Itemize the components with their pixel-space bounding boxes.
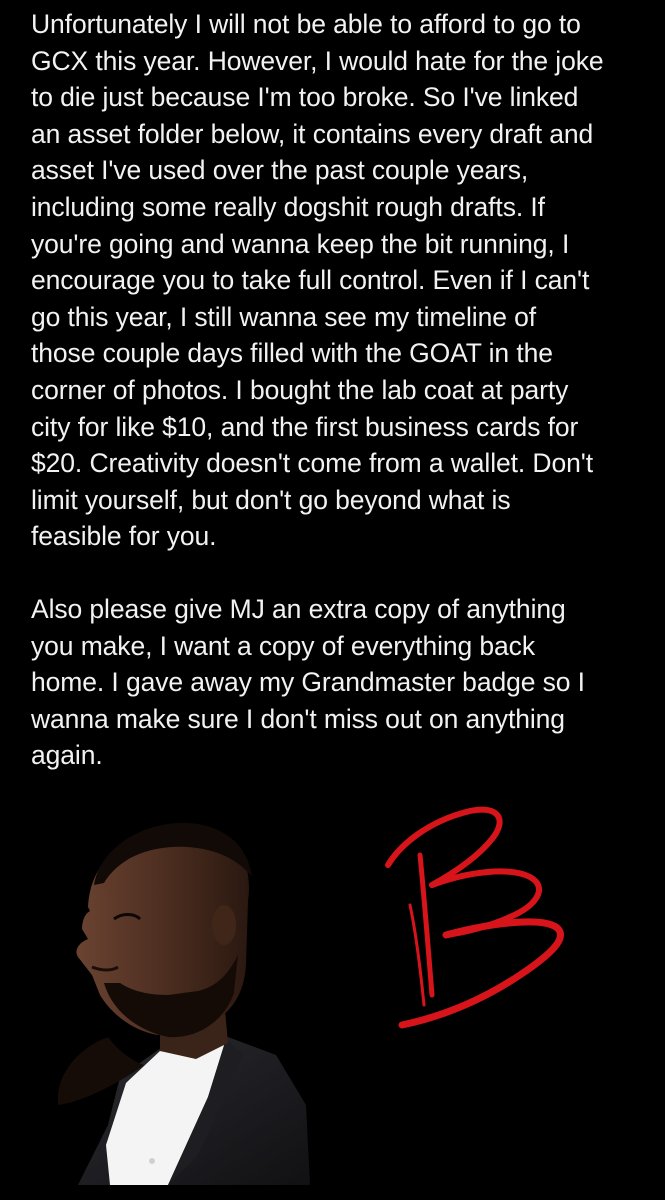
text-line: asset I've used over the past couple yea…	[31, 155, 529, 186]
text-line: $20. Creativity doesn't come from a wall…	[31, 448, 593, 479]
text-line: encourage you to take full control. Even…	[31, 265, 590, 296]
text-line: limit yourself, but don't go beyond what…	[31, 484, 511, 515]
text-line: go this year, I still wanna see my timel…	[31, 301, 537, 332]
text-line: Also please give MJ an extra copy of any…	[31, 593, 566, 624]
text-line: again.	[31, 740, 103, 771]
paragraph-2: Also please give MJ an extra copy of any…	[31, 591, 641, 774]
text-line: you make, I want a copy of everything ba…	[31, 630, 535, 661]
text-line: Unfortunately I will not be able to affo…	[31, 9, 581, 39]
text-line: home. I gave away my Grandmaster badge s…	[31, 667, 585, 698]
text-line: city for like $10, and the first busines…	[31, 411, 579, 442]
text-line: GCX this year. However, I would hate for…	[31, 45, 604, 76]
text-line: an asset folder below, it contains every…	[31, 118, 594, 149]
text-line: wanna make sure I don't miss out on anyt…	[31, 703, 565, 734]
text-line: to die just because I'm too broke. So I'…	[31, 82, 579, 113]
text-line: you're going and wanna keep the bit runn…	[31, 228, 570, 259]
paragraph-1: Unfortunately I will not be able to affo…	[31, 6, 641, 555]
text-line: including some really dogshit rough draf…	[31, 191, 545, 222]
text-line: those couple days filled with the GOAT i…	[31, 338, 553, 369]
post-body: Unfortunately I will not be able to affo…	[31, 6, 641, 774]
text-line: corner of photos. I bought the lab coat …	[31, 374, 569, 405]
portrait-image	[58, 822, 310, 1185]
text-line: feasible for you.	[31, 521, 217, 552]
signature-image	[385, 806, 564, 1029]
